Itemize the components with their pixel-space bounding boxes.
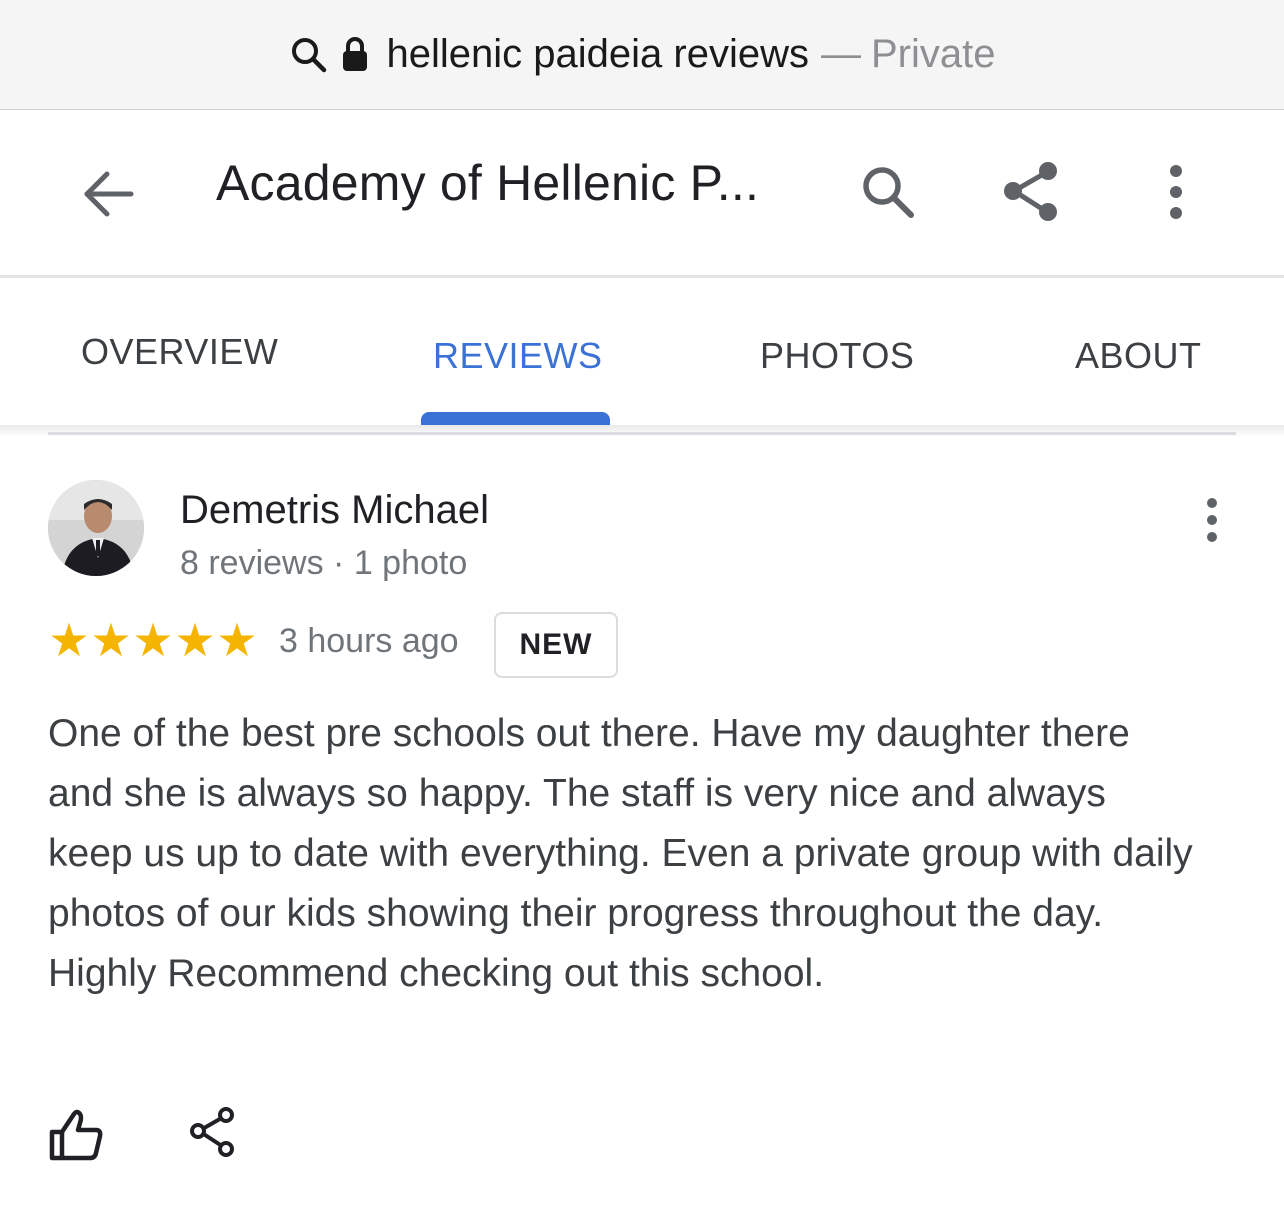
- reviewer-meta: 8 reviews · 1 photo: [180, 544, 468, 582]
- search-icon: [863, 167, 914, 218]
- star-rating: ★ ★ ★ ★ ★: [48, 614, 258, 666]
- lock-icon: [341, 35, 369, 75]
- tab-photos[interactable]: PHOTOS: [760, 335, 914, 377]
- more-vert-icon: [1170, 165, 1182, 219]
- tab-overview[interactable]: OVERVIEW: [81, 331, 278, 373]
- avatar[interactable]: [48, 480, 144, 576]
- star-icon: ★: [132, 613, 174, 667]
- private-mode-label: Private: [870, 32, 996, 76]
- back-arrow-icon: [84, 171, 134, 217]
- review-time: 3 hours ago: [279, 622, 459, 660]
- tab-about[interactable]: ABOUT: [1075, 335, 1202, 377]
- page-title: Academy of Hellenic P...: [216, 155, 760, 211]
- divider: [48, 432, 1236, 435]
- address-bar-content: hellenic paideia reviews — Private: [289, 25, 996, 85]
- more-options-button[interactable]: [1156, 162, 1196, 222]
- new-badge: NEW: [494, 612, 618, 678]
- back-button[interactable]: [78, 166, 138, 222]
- like-button[interactable]: [46, 1106, 106, 1164]
- share-icon: [190, 1107, 234, 1157]
- star-icon: ★: [90, 613, 132, 667]
- address-query: hellenic paideia reviews: [386, 32, 809, 76]
- search-button[interactable]: [858, 162, 918, 222]
- thumbs-up-icon: [49, 1109, 103, 1161]
- app-header: Academy of Hellenic P...: [0, 110, 1284, 278]
- review-text: One of the best pre schools out there. H…: [48, 712, 1193, 995]
- tab-bar-shadow: [0, 425, 1284, 437]
- avatar-image: [48, 480, 144, 576]
- reviewer-name[interactable]: Demetris Michael: [180, 488, 489, 533]
- tab-bar: OVERVIEW REVIEWS PHOTOS ABOUT: [0, 281, 1284, 425]
- review-share-button[interactable]: [188, 1106, 238, 1158]
- star-icon: ★: [48, 613, 90, 667]
- search-icon: [289, 35, 329, 75]
- star-icon: ★: [174, 613, 216, 667]
- active-tab-indicator: [421, 412, 610, 425]
- review-more-options-button[interactable]: [1196, 496, 1228, 544]
- share-icon: [1004, 162, 1057, 221]
- star-icon: ★: [216, 613, 258, 667]
- more-vert-icon: [1207, 498, 1217, 542]
- browser-address-bar[interactable]: hellenic paideia reviews — Private: [0, 0, 1284, 110]
- tab-reviews[interactable]: REVIEWS: [433, 335, 603, 377]
- address-separator: —: [820, 32, 861, 76]
- share-button[interactable]: [1000, 160, 1064, 224]
